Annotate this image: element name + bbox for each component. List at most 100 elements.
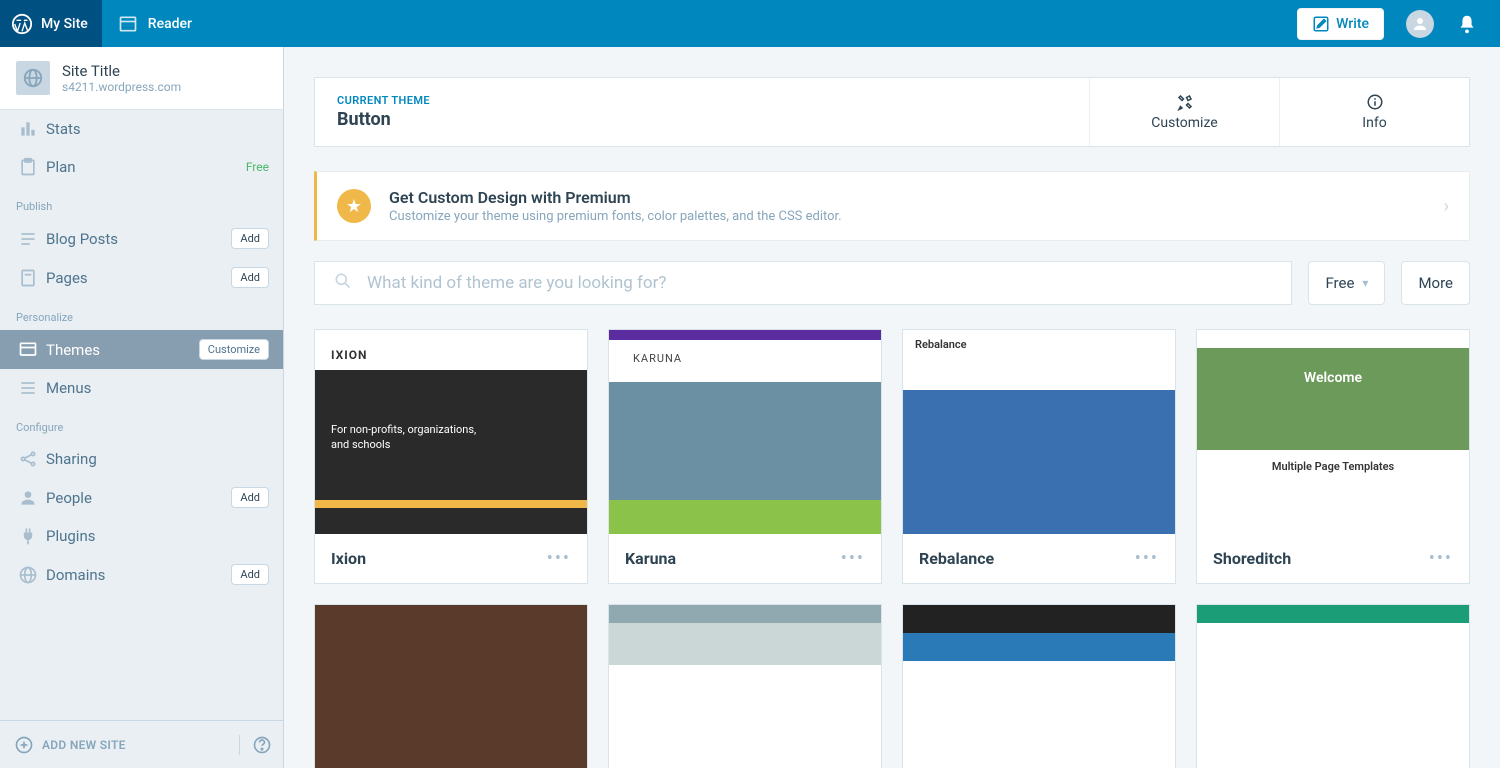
- bell-icon: [1456, 13, 1478, 35]
- sidebar-item-label: Themes: [46, 341, 100, 359]
- thumb-heading: Welcome: [1197, 370, 1469, 386]
- section-configure: Configure: [0, 407, 283, 440]
- info-button[interactable]: Info: [1279, 78, 1469, 146]
- theme-thumbnail: Rebalance: [903, 330, 1175, 534]
- nav-my-site[interactable]: My Site: [0, 0, 102, 47]
- nav-reader-label: Reader: [148, 16, 192, 32]
- share-icon: [18, 449, 46, 469]
- sidebar-item-themes[interactable]: Themes Customize: [0, 330, 283, 369]
- current-theme-name: Button: [337, 109, 1067, 130]
- add-page-button[interactable]: Add: [231, 267, 269, 288]
- site-title: Site Title: [62, 62, 181, 80]
- theme-name: Shoreditch: [1213, 549, 1291, 568]
- theme-name: Ixion: [331, 549, 366, 568]
- user-icon: [1411, 15, 1429, 33]
- theme-card-karuna[interactable]: KARUNA Karuna •••: [608, 329, 882, 584]
- sidebar-item-domains[interactable]: Domains Add: [0, 555, 283, 594]
- sidebar: Site Title s4211.wordpress.com Stats Pla…: [0, 47, 284, 768]
- site-card[interactable]: Site Title s4211.wordpress.com: [0, 47, 283, 110]
- add-people-button[interactable]: Add: [231, 487, 269, 508]
- sidebar-item-label: Sharing: [46, 450, 97, 468]
- help-button[interactable]: [239, 735, 283, 755]
- theme-thumbnail: [903, 605, 1175, 768]
- theme-thumbnail: Welcome Multiple Page Templates: [1197, 330, 1469, 534]
- clipboard-icon: [18, 157, 46, 177]
- sidebar-item-label: Plugins: [46, 527, 95, 545]
- section-publish: Publish: [0, 186, 283, 219]
- main-content: CURRENT THEME Button Customize Info ★ Ge…: [284, 47, 1500, 768]
- sidebar-item-menus[interactable]: Menus: [0, 369, 283, 407]
- theme-card-rebalance[interactable]: Rebalance Rebalance •••: [902, 329, 1176, 584]
- sidebar-item-blog-posts[interactable]: Blog Posts Add: [0, 219, 283, 258]
- thumb-logo: Rebalance: [915, 338, 967, 351]
- write-button[interactable]: Write: [1297, 8, 1384, 40]
- add-new-site-label: ADD NEW SITE: [42, 738, 126, 752]
- current-theme-label: CURRENT THEME: [337, 94, 1067, 107]
- info-icon: [1366, 93, 1384, 111]
- help-icon: [252, 735, 272, 755]
- theme-card[interactable]: [1196, 604, 1470, 768]
- add-new-site-button[interactable]: ADD NEW SITE: [0, 735, 239, 755]
- theme-name: Rebalance: [919, 549, 994, 568]
- sidebar-item-pages[interactable]: Pages Add: [0, 258, 283, 297]
- add-post-button[interactable]: Add: [231, 228, 269, 249]
- theme-card-shoreditch[interactable]: Welcome Multiple Page Templates Shoredit…: [1196, 329, 1470, 584]
- sidebar-item-label: Plan: [46, 158, 76, 176]
- banner-subtitle: Customize your theme using premium fonts…: [389, 209, 842, 224]
- wordpress-icon: [11, 13, 33, 35]
- sidebar-item-plan[interactable]: Plan Free: [0, 148, 283, 186]
- thumb-logo: IXION: [331, 348, 367, 362]
- customize-label: Customize: [1151, 115, 1217, 131]
- plus-circle-icon: [14, 735, 34, 755]
- sidebar-item-people[interactable]: People Add: [0, 478, 283, 517]
- theme-thumbnail: IXION For non-profits, organizations, an…: [315, 330, 587, 534]
- sidebar-item-stats[interactable]: Stats: [0, 110, 283, 148]
- star-icon: ★: [337, 189, 371, 223]
- banner-title: Get Custom Design with Premium: [389, 188, 842, 207]
- theme-card[interactable]: [314, 604, 588, 768]
- thumb-tagline: For non-profits, organizations, and scho…: [331, 422, 491, 453]
- theme-card-ixion[interactable]: IXION For non-profits, organizations, an…: [314, 329, 588, 584]
- theme-card[interactable]: [902, 604, 1176, 768]
- sidebar-item-plugins[interactable]: Plugins: [0, 517, 283, 555]
- filter-dropdown[interactable]: Free ▾: [1308, 261, 1385, 305]
- people-icon: [18, 488, 46, 508]
- sidebar-item-label: Stats: [46, 120, 81, 138]
- more-options-icon[interactable]: •••: [547, 548, 571, 569]
- theme-thumbnail: [315, 605, 587, 768]
- search-input[interactable]: [367, 273, 1273, 293]
- domains-icon: [18, 565, 46, 585]
- avatar[interactable]: [1406, 10, 1434, 38]
- premium-banner[interactable]: ★ Get Custom Design with Premium Customi…: [314, 171, 1470, 241]
- more-button[interactable]: More: [1401, 261, 1470, 305]
- chevron-right-icon: ›: [1444, 196, 1449, 217]
- more-options-icon[interactable]: •••: [1135, 548, 1159, 569]
- nav-my-site-label: My Site: [41, 16, 88, 32]
- customize-theme-button[interactable]: Customize: [199, 339, 269, 360]
- customize-button[interactable]: Customize: [1089, 78, 1279, 146]
- reader-icon: [118, 14, 138, 34]
- current-theme-bar: CURRENT THEME Button Customize Info: [314, 77, 1470, 147]
- more-options-icon[interactable]: •••: [841, 548, 865, 569]
- theme-search[interactable]: [314, 261, 1292, 305]
- plugins-icon: [18, 526, 46, 546]
- plan-badge: Free: [246, 160, 269, 174]
- notifications-button[interactable]: [1452, 9, 1482, 39]
- theme-thumbnail: KARUNA: [609, 330, 881, 534]
- sidebar-item-label: Blog Posts: [46, 230, 118, 248]
- sidebar-item-sharing[interactable]: Sharing: [0, 440, 283, 478]
- sidebar-item-label: Pages: [46, 269, 88, 287]
- section-personalize: Personalize: [0, 297, 283, 330]
- add-domain-button[interactable]: Add: [231, 564, 269, 585]
- chevron-down-icon: ▾: [1362, 276, 1368, 290]
- nav-reader[interactable]: Reader: [102, 0, 208, 47]
- globe-icon: [16, 61, 50, 95]
- sidebar-item-label: Menus: [46, 379, 91, 397]
- menus-icon: [18, 378, 46, 398]
- filter-label: Free: [1325, 274, 1354, 292]
- stats-icon: [18, 119, 46, 139]
- tools-icon: [1176, 93, 1194, 111]
- theme-card[interactable]: [608, 604, 882, 768]
- more-options-icon[interactable]: •••: [1429, 548, 1453, 569]
- themes-icon: [18, 340, 46, 360]
